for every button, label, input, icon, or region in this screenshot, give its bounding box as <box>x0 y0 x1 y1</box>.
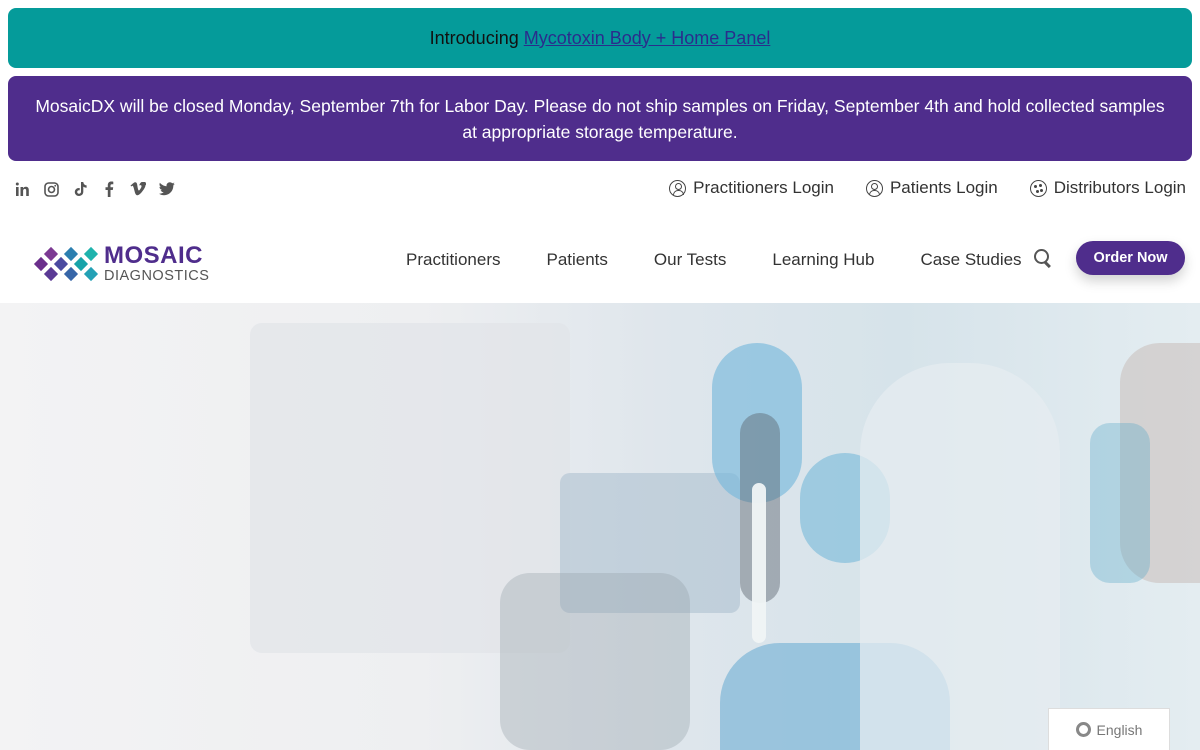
logo-subtitle: DIAGNOSTICS <box>104 268 210 284</box>
social-links <box>13 180 176 198</box>
nav-item-learning-hub[interactable]: Learning Hub <box>772 250 874 270</box>
nav-item-practitioners[interactable]: Practitioners <box>406 250 500 270</box>
practitioners-login-label: Practitioners Login <box>693 178 834 197</box>
mosaic-logo-mark <box>33 245 99 283</box>
nav-item-patients[interactable]: Patients <box>546 250 607 270</box>
vimeo-icon[interactable] <box>129 180 147 198</box>
announcement-prefix: Introducing <box>429 27 519 48</box>
distributors-login-link[interactable]: Distributors Login <box>1029 178 1186 198</box>
language-circle-icon <box>1075 722 1091 737</box>
closure-notice-text: MosaicDX will be closed Monday, Septembe… <box>35 95 1165 142</box>
linkedin-icon[interactable] <box>13 180 31 198</box>
language-selector[interactable]: English <box>1048 708 1170 750</box>
nav-item-case-studies[interactable]: Case Studies <box>920 250 1021 270</box>
tiktok-icon[interactable] <box>71 180 89 198</box>
logo-title: MOSAIC <box>104 242 203 269</box>
twitter-icon[interactable] <box>158 180 176 198</box>
announcement-banner: Introducing Mycotoxin Body + Home Panel <box>8 8 1192 68</box>
practitioners-login-link[interactable]: Practitioners Login <box>669 178 834 198</box>
nav-item-our-tests[interactable]: Our Tests <box>654 250 726 270</box>
login-links: Practitioners Login Patients Login Distr… <box>669 178 1186 198</box>
main-nav: Practitioners Patients Our Tests Learnin… <box>406 250 1022 270</box>
closure-notice-banner: MosaicDX will be closed Monday, Septembe… <box>8 76 1192 161</box>
globe-icon <box>1029 179 1047 197</box>
search-icon[interactable] <box>1034 249 1052 267</box>
site-header: MOSAIC DIAGNOSTICS Practitioners Patient… <box>0 218 1200 303</box>
facebook-icon[interactable] <box>100 180 118 198</box>
instagram-icon[interactable] <box>42 180 60 198</box>
hero-image <box>0 303 1200 750</box>
user-circle-icon <box>669 179 687 197</box>
user-circle-icon <box>865 179 883 197</box>
patients-login-label: Patients Login <box>889 178 998 197</box>
language-label: English <box>1096 721 1143 738</box>
announcement-link[interactable]: Mycotoxin Body + Home Panel <box>524 28 771 49</box>
patients-login-link[interactable]: Patients Login <box>865 178 998 198</box>
order-now-button[interactable]: Order Now <box>1076 241 1185 275</box>
distributors-login-label: Distributors Login <box>1053 178 1186 197</box>
mosaic-logo[interactable]: MOSAIC DIAGNOSTICS <box>33 242 210 284</box>
